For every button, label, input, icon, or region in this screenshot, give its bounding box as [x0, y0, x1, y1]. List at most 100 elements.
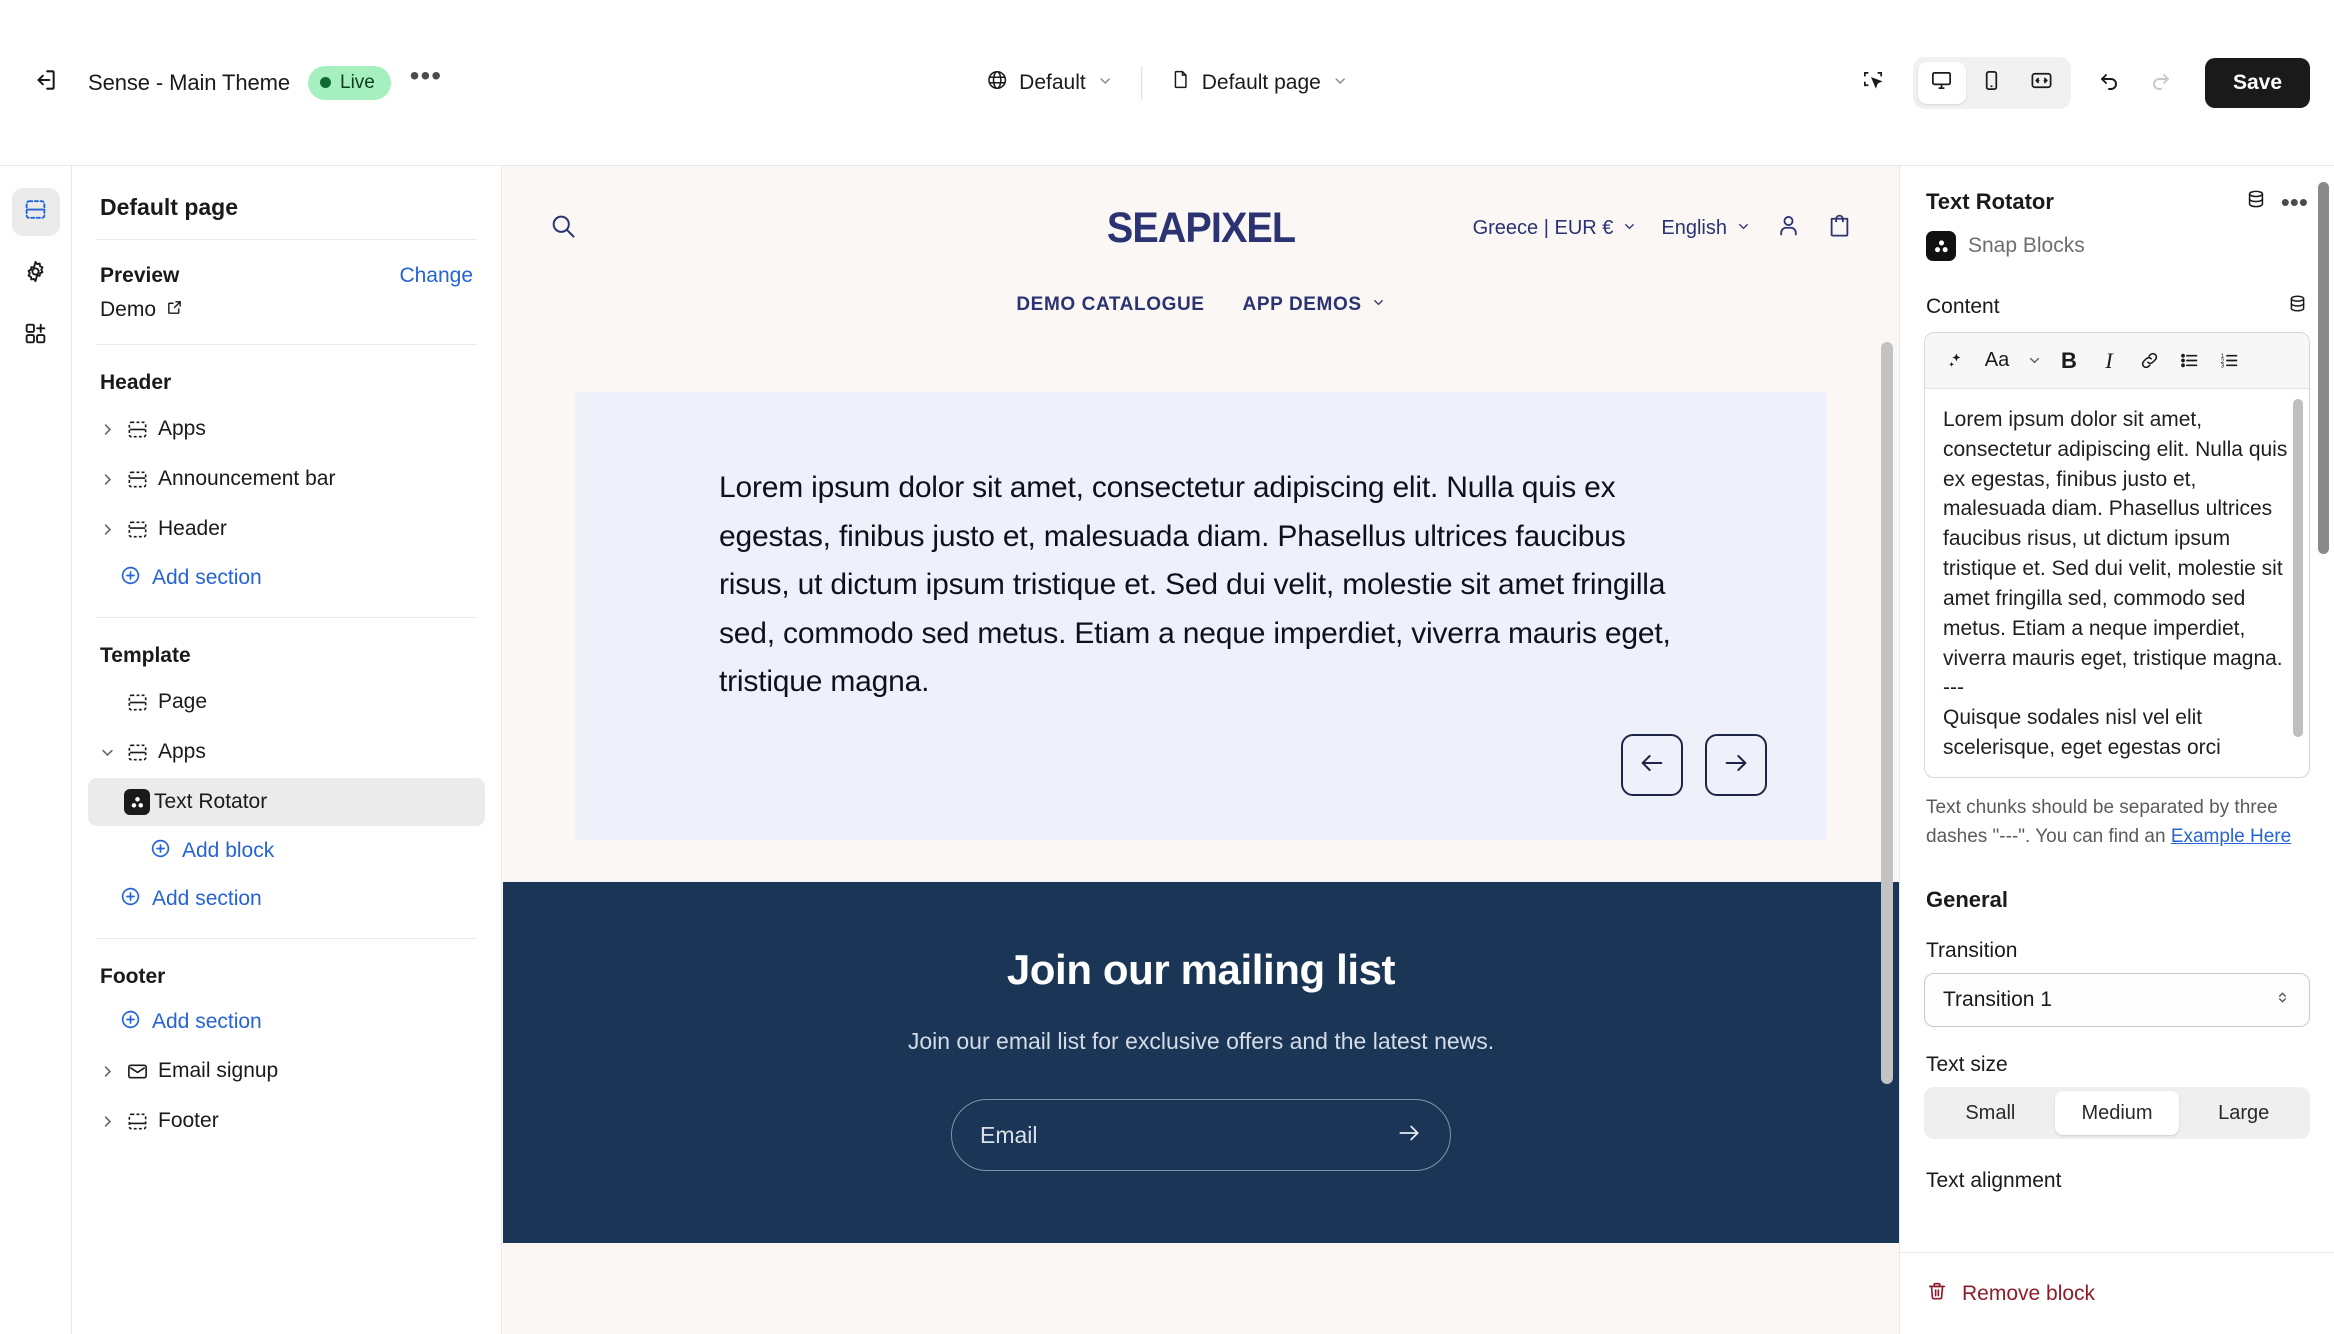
rail-settings-button[interactable]: [12, 250, 60, 298]
example-here-link[interactable]: Example Here: [2171, 826, 2291, 847]
sidebar-item-footer[interactable]: Footer: [88, 1097, 485, 1145]
text-size-option-small[interactable]: Small: [1928, 1091, 2053, 1135]
storefront-preview: SEAPIXEL Greece | EUR € English DEMO CAT…: [503, 166, 1899, 1334]
market-selector-label: Default: [1019, 70, 1086, 94]
add-section-footer-button[interactable]: Add section: [88, 999, 485, 1045]
sidebar-item-email-signup[interactable]: Email signup: [88, 1047, 485, 1095]
store-logo[interactable]: SEAPIXEL: [1107, 204, 1296, 253]
add-block-button[interactable]: Add block: [88, 828, 485, 874]
plus-circle-icon: [120, 565, 141, 592]
preview-heading-row: Preview Change: [72, 260, 501, 294]
top-toolbar-left: Sense - Main Theme Live •••: [0, 60, 447, 106]
rotator-next-button[interactable]: [1705, 734, 1767, 796]
inspector-icon: [1862, 69, 1885, 97]
transition-select[interactable]: Transition 1: [1924, 973, 2310, 1027]
app-section-icon: [120, 741, 154, 764]
preview-change-button[interactable]: Change: [399, 264, 473, 288]
theme-more-button[interactable]: •••: [405, 61, 447, 104]
bulleted-list-icon[interactable]: [2169, 341, 2209, 381]
panel-header-actions: •••: [2245, 188, 2308, 215]
text-size-option-large[interactable]: Large: [2181, 1091, 2306, 1135]
bold-button[interactable]: B: [2049, 341, 2089, 381]
chevron-down-icon[interactable]: [2019, 341, 2049, 381]
chevron-down-icon[interactable]: [94, 745, 120, 760]
device-mobile-button[interactable]: [1968, 62, 2016, 104]
panel-scrollbar[interactable]: [2318, 182, 2329, 554]
globe-icon: [986, 69, 1008, 97]
arrow-right-icon: [1722, 749, 1750, 782]
text-size-label: Text size: [1926, 1053, 2008, 1076]
chevron-right-icon[interactable]: [94, 522, 120, 537]
content-editor-body[interactable]: Lorem ipsum dolor sit amet, consectetur …: [1925, 389, 2309, 777]
top-toolbar: Sense - Main Theme Live ••• Default Defa…: [0, 0, 2334, 166]
sidebar-item-header[interactable]: Header: [88, 505, 485, 553]
account-icon[interactable]: [1775, 212, 1802, 244]
trash-icon[interactable]: [1926, 1280, 1948, 1307]
sidebar-item-label: Footer: [158, 1109, 219, 1132]
chevron-right-icon[interactable]: [94, 472, 120, 487]
preview-scrollbar[interactable]: [1881, 342, 1893, 1084]
rail-apps-button[interactable]: [12, 312, 60, 360]
rotator-prev-button[interactable]: [1621, 734, 1683, 796]
panel-title: Text Rotator: [1926, 188, 2054, 214]
email-signup-field[interactable]: Email: [951, 1099, 1451, 1171]
sidebar-item-text-rotator[interactable]: Text Rotator: [88, 778, 485, 826]
page-sidebar: Default page Preview Change Demo Header: [72, 166, 502, 1334]
sidebar-item-page[interactable]: Page: [88, 678, 485, 726]
sections-icon: [23, 197, 48, 227]
undo-button[interactable]: [2087, 60, 2133, 106]
save-button[interactable]: Save: [2204, 57, 2310, 108]
plus-circle-icon: [120, 886, 141, 913]
store-header: SEAPIXEL Greece | EUR € English DEMO CAT…: [503, 166, 1899, 334]
italic-button[interactable]: I: [2089, 341, 2129, 381]
inspector-toggle-button[interactable]: [1851, 60, 1897, 106]
language-selector[interactable]: English: [1661, 217, 1751, 240]
nav-demo-catalogue[interactable]: DEMO CATALOGUE: [1016, 294, 1204, 316]
sparkle-icon[interactable]: [1935, 341, 1975, 381]
sidebar-item-header-apps[interactable]: Apps: [88, 405, 485, 453]
market-selector[interactable]: Default: [972, 59, 1127, 107]
group-label-template: Template: [100, 644, 191, 667]
more-icon[interactable]: •••: [2281, 189, 2308, 215]
numbered-list-icon[interactable]: 123: [2209, 341, 2249, 381]
store-navigation: DEMO CATALOGUE APP DEMOS: [549, 264, 1853, 334]
context-selectors: Default Default page: [972, 59, 1362, 107]
font-size-button[interactable]: Aa: [1975, 341, 2019, 381]
database-icon[interactable]: [2245, 188, 2267, 215]
cart-icon[interactable]: [1826, 212, 1853, 244]
content-label: Content: [1926, 294, 2000, 318]
exit-editor-button[interactable]: [22, 60, 68, 106]
search-icon[interactable]: [549, 212, 577, 245]
text-rotator-block[interactable]: Lorem ipsum dolor sit amet, consectetur …: [575, 392, 1827, 840]
sidebar-preview-section: Preview Change Demo: [72, 240, 501, 344]
page-selector[interactable]: Default page: [1156, 59, 1362, 107]
text-size-option-medium[interactable]: Medium: [2054, 1091, 2180, 1135]
store-header-top: SEAPIXEL Greece | EUR € English: [549, 192, 1853, 264]
chevron-right-icon[interactable]: [94, 1064, 120, 1079]
preview-target-link[interactable]: Demo: [72, 294, 501, 330]
database-icon[interactable]: [2287, 293, 2308, 320]
editor-scrollbar[interactable]: [2293, 399, 2303, 737]
sidebar-item-announcement-bar[interactable]: Announcement bar: [88, 455, 485, 503]
theme-name: Sense - Main Theme: [88, 69, 291, 95]
device-desktop-button[interactable]: [1917, 61, 1966, 104]
page-icon: [1170, 69, 1191, 96]
content-editor[interactable]: Aa B I 123 Lorem ipsum dolor sit amet, c…: [1924, 332, 2310, 778]
add-block-label: Add block: [182, 839, 275, 862]
remove-block-button[interactable]: Remove block: [1962, 1282, 2095, 1306]
country-currency-selector[interactable]: Greece | EUR €: [1473, 217, 1638, 240]
rail-sections-button[interactable]: [11, 188, 60, 236]
full-width-icon: [2030, 69, 2053, 97]
editor-toolbar: Aa B I 123: [1925, 333, 2309, 389]
text-alignment-label: Text alignment: [1926, 1169, 2062, 1192]
sidebar-item-label: Text Rotator: [154, 790, 268, 813]
nav-app-demos[interactable]: APP DEMOS: [1243, 294, 1386, 316]
chevron-right-icon[interactable]: [94, 422, 120, 437]
sidebar-item-template-apps[interactable]: Apps: [88, 728, 485, 776]
chevron-right-icon[interactable]: [94, 1114, 120, 1129]
arrow-right-icon[interactable]: [1396, 1120, 1422, 1151]
add-section-header-button[interactable]: Add section: [88, 555, 485, 601]
add-section-template-button[interactable]: Add section: [88, 876, 485, 922]
link-icon[interactable]: [2129, 341, 2169, 381]
device-fullwidth-button[interactable]: [2018, 62, 2066, 104]
